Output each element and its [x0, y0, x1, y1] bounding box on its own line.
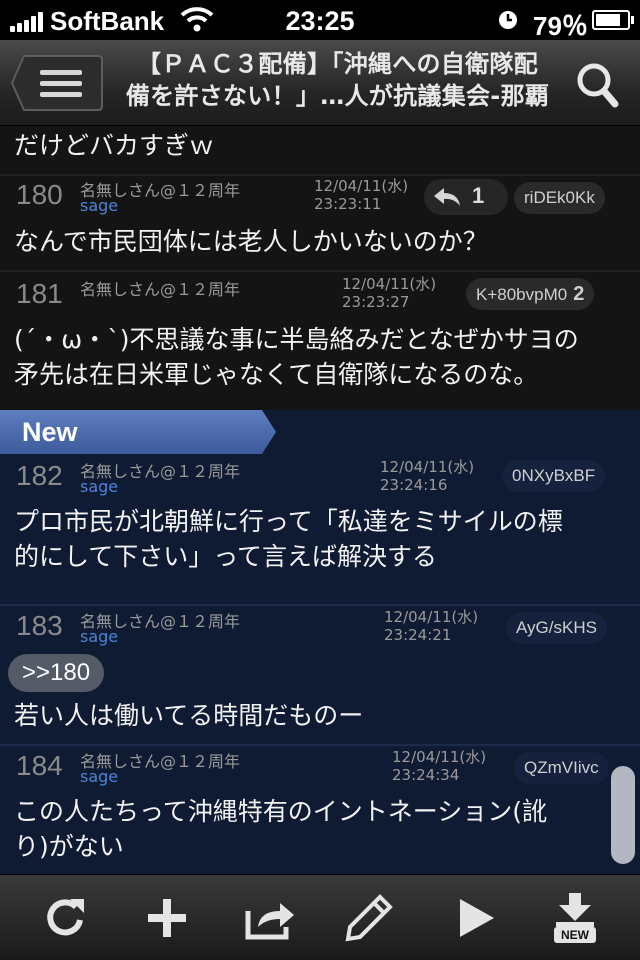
poster-id[interactable]: QZmVIivc: [514, 752, 609, 784]
poster-mail: sage: [80, 196, 119, 215]
poster-id[interactable]: AyG/sKHS: [506, 612, 607, 644]
post-number[interactable]: 180: [16, 179, 63, 211]
scrollbar-thumb[interactable]: [611, 766, 635, 864]
reload-icon[interactable]: [40, 893, 90, 943]
navigation-bar: 【ＰＡＣ３配備】「沖縄への自衛隊配 備を許さない！」…人が抗議集会-那覇: [0, 40, 640, 126]
play-icon[interactable]: [450, 893, 500, 943]
post-184[interactable]: 184 名無しさん@１２周年 sage 12/04/11(水) 23:24:34 …: [0, 744, 640, 874]
post-date: 12/04/11(水) 23:24:34: [392, 748, 487, 784]
post-181[interactable]: 181 名無しさん@１２周年 12/04/11(水) 23:23:27 K+80b…: [0, 270, 640, 410]
reply-arrow-icon: [434, 188, 460, 206]
post-body: だけどバカすぎｗ: [14, 131, 215, 160]
post-body: 若い人は働いてる時間だものー: [14, 701, 364, 730]
post-number[interactable]: 183: [16, 610, 63, 642]
download-new-button[interactable]: NEW: [550, 893, 600, 943]
post-body: この人たちって沖縄特有のイントネーション(訛 り)がない: [14, 797, 548, 861]
bottom-toolbar: NEW: [0, 874, 640, 960]
download-arrow-icon: [556, 893, 594, 927]
poster-name: 名無しさん@１２周年: [80, 280, 241, 299]
thread-content[interactable]: だけどバカすぎｗ 180 名無しさん@１２周年 sage 12/04/11(水)…: [0, 126, 640, 874]
poster-id[interactable]: K+80bvpM0 2: [466, 278, 595, 310]
thread-title: 【ＰＡＣ３配備】「沖縄への自衛隊配 備を許さない！」…人が抗議集会-那覇: [125, 50, 550, 110]
clock-lock-icon: [499, 11, 517, 29]
poster-mail: sage: [80, 627, 119, 646]
post-number[interactable]: 182: [16, 460, 63, 492]
poster-id[interactable]: riDEk0Kk: [514, 182, 605, 214]
search-icon[interactable]: [574, 60, 620, 110]
battery-percent: 79％: [533, 11, 588, 41]
poster-mail: sage: [80, 767, 119, 786]
plus-icon[interactable]: [142, 893, 192, 943]
post-date: 12/04/11(水) 23:23:27: [342, 275, 437, 311]
post-date: 12/04/11(水) 23:23:11: [314, 177, 409, 213]
post-number[interactable]: 181: [16, 278, 63, 310]
poster-id[interactable]: 0NXyBxBF: [502, 460, 606, 492]
post-180[interactable]: 180 名無しさん@１２周年 sage 12/04/11(水) 23:23:11 …: [0, 174, 640, 270]
post-number[interactable]: 184: [16, 750, 63, 782]
post-body: (´・ω・`)不思議な事に半島絡みだとなぜかサヨの 矛先は在日米軍じゃなくて自衛…: [14, 325, 579, 389]
new-posts-marker: New: [0, 410, 276, 454]
post-body: プロ市民が北朝鮮に行って「私達をミサイルの標 的にして下さい」って言えば解決する: [14, 507, 563, 571]
poster-mail: sage: [80, 477, 119, 496]
battery-icon: [592, 10, 634, 30]
post-body: なんで市民団体には老人しかいないのか？: [14, 227, 488, 256]
post-partial: だけどバカすぎｗ: [0, 126, 640, 174]
menu-back-button[interactable]: [10, 54, 104, 112]
pencil-icon[interactable]: [344, 893, 394, 943]
post-date: 12/04/11(水) 23:24:21: [384, 608, 479, 644]
post-date: 12/04/11(水) 23:24:16: [380, 458, 475, 494]
status-bar: SoftBank 23:25 79％: [0, 0, 640, 41]
reply-anchor-link[interactable]: >>180: [8, 654, 105, 692]
new-badge: NEW: [554, 927, 596, 943]
reply-count-badge[interactable]: 1: [424, 179, 508, 215]
share-icon[interactable]: [242, 893, 298, 943]
post-183[interactable]: 183 名無しさん@１２周年 sage 12/04/11(水) 23:24:21 …: [0, 604, 640, 744]
